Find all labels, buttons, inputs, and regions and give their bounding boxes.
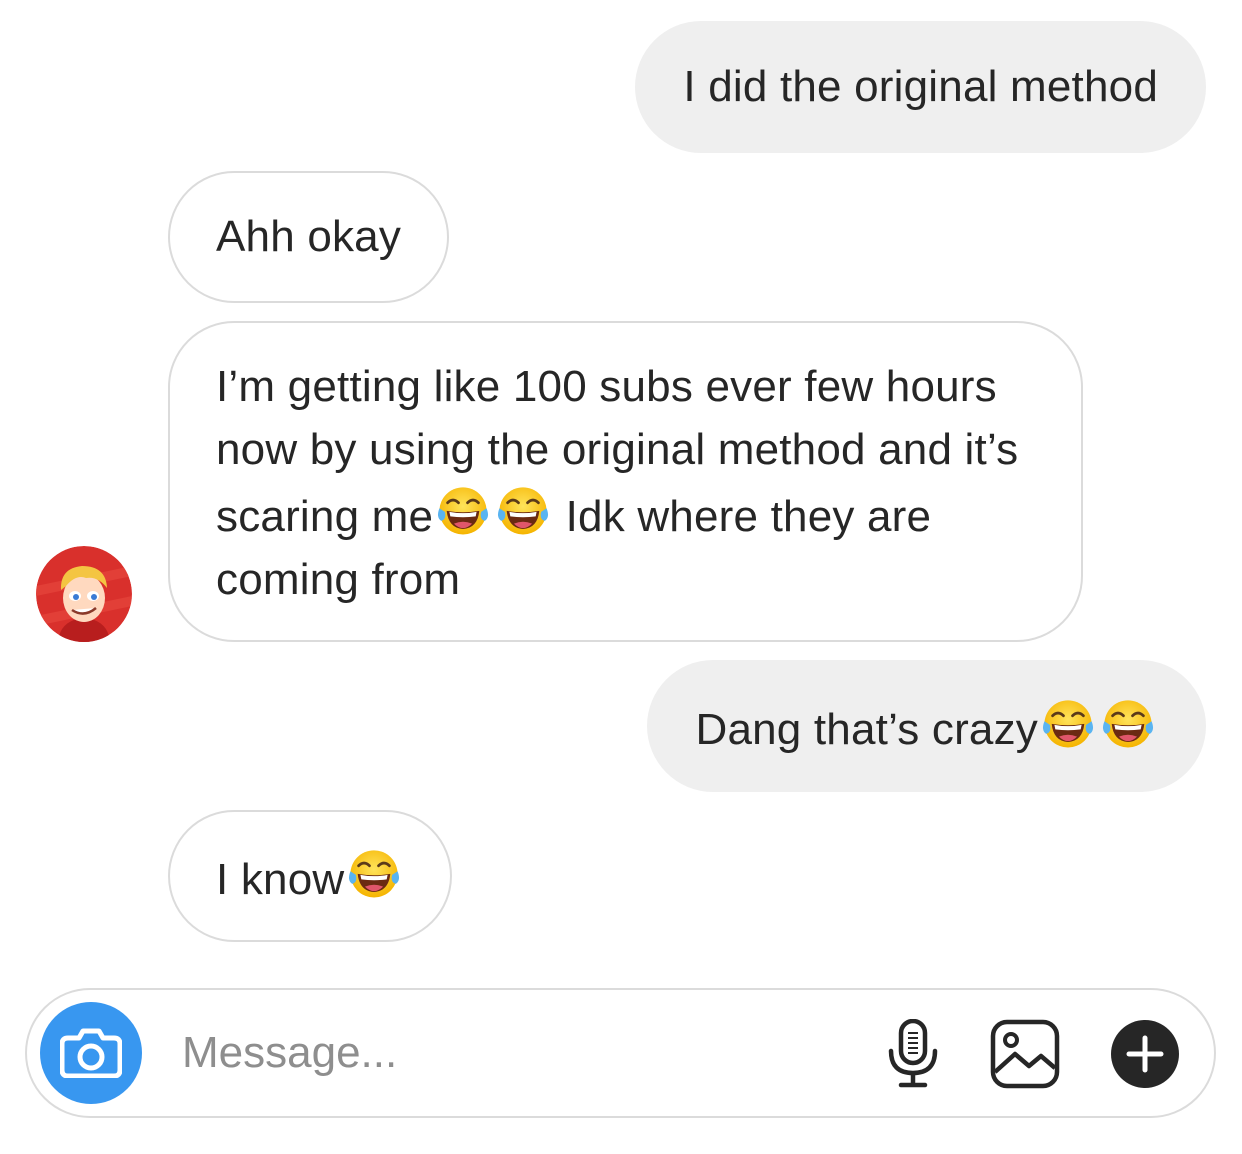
message-text: Dang that’s crazy	[695, 705, 1038, 754]
camera-icon	[60, 1028, 122, 1078]
received-message-bubble[interactable]: I know	[168, 810, 453, 942]
message-text: I know	[216, 855, 345, 904]
face-with-tears-of-joy-icon	[434, 481, 492, 539]
face-with-tears-of-joy-icon	[1099, 694, 1157, 752]
face-with-tears-of-joy-icon	[1039, 694, 1097, 752]
sent-message-bubble[interactable]: I did the original method	[635, 21, 1206, 153]
gallery-button[interactable]	[987, 1016, 1063, 1092]
camera-button[interactable]	[40, 1002, 142, 1104]
face-with-tears-of-joy-icon	[494, 481, 552, 539]
message-text: I did the original method	[683, 62, 1158, 111]
avatar[interactable]	[36, 546, 132, 642]
sent-message-bubble[interactable]: Dang that’s crazy	[647, 660, 1206, 792]
face-with-tears-of-joy-icon	[345, 844, 403, 902]
received-message-bubble[interactable]: Ahh okay	[168, 171, 450, 303]
microphone-icon	[888, 1019, 938, 1088]
message-input[interactable]	[182, 1020, 822, 1086]
message-text: Ahh okay	[216, 212, 402, 261]
voice-message-button[interactable]	[875, 1016, 951, 1092]
received-message-bubble[interactable]: I’m getting like 100 subs ever few hours…	[168, 321, 1083, 642]
more-options-button[interactable]	[1107, 1016, 1183, 1092]
message-thread: I did the original method Ahh okay I’m g…	[0, 0, 1242, 980]
gallery-icon	[990, 1019, 1060, 1089]
cartoon-boy-avatar-icon	[36, 546, 132, 642]
message-composer	[25, 988, 1216, 1118]
plus-icon	[1111, 1020, 1179, 1088]
